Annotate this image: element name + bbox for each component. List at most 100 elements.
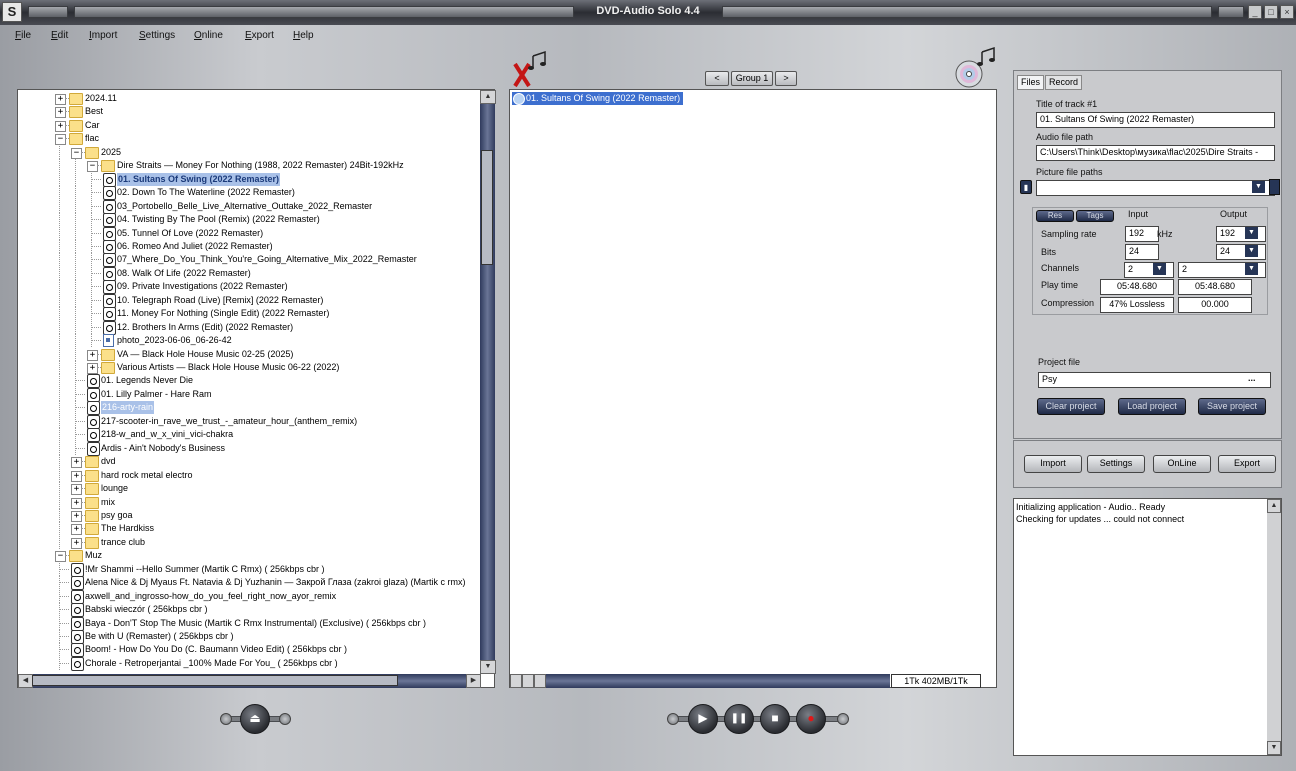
tree-folder-row[interactable]: + Best	[18, 105, 478, 118]
menu-file[interactable]: File	[15, 30, 31, 41]
collapse-icon[interactable]: −	[55, 551, 66, 562]
expand-icon[interactable]: +	[71, 538, 82, 549]
channels-out-dropdown-icon[interactable]: ▼	[1245, 263, 1258, 275]
tree-folder-row[interactable]: + Car	[18, 119, 478, 132]
trash-icon[interactable]: ▮	[1020, 180, 1032, 194]
play-button[interactable]: ▶	[688, 704, 718, 734]
tab-files[interactable]: Files	[1017, 75, 1045, 90]
group-next-button[interactable]: >	[775, 71, 797, 86]
expand-icon[interactable]: +	[71, 524, 82, 535]
tree-file-row[interactable]: 217-scooter-in_rave_we_trust_-_amateur_h…	[18, 415, 478, 429]
menu-import[interactable]: Import	[89, 30, 117, 41]
expand-icon[interactable]: +	[55, 121, 66, 132]
tree-folder-row[interactable]: + Various Artists — Black Hole House Musi…	[18, 361, 478, 374]
tree-folder-row[interactable]: + The Hardkiss	[18, 522, 478, 535]
tree-file-row[interactable]: 02. Down To The Waterline (2022 Remaster…	[18, 186, 478, 200]
export-button[interactable]: Export	[1218, 455, 1276, 473]
tree-folder-row[interactable]: + VA — Black Hole House Music 02-25 (2025…	[18, 348, 478, 361]
picture-path-input[interactable]	[1036, 180, 1275, 196]
tree-file-row[interactable]: 03_Portobello_Belle_Live_Alternative_Out…	[18, 200, 478, 214]
tree-file-row[interactable]: 216-arty-rain	[18, 401, 478, 415]
tree-folder-row[interactable]: + dvd	[18, 455, 478, 468]
expand-icon[interactable]: +	[71, 484, 82, 495]
settings-button[interactable]: Settings	[1087, 455, 1145, 473]
tree-vscroll-thumb[interactable]	[481, 150, 493, 265]
group-prev-button[interactable]: <	[705, 71, 729, 86]
expand-icon[interactable]: +	[55, 94, 66, 105]
tree-folder-row[interactable]: − Dire Straits — Money For Nothing (1988,…	[18, 159, 478, 172]
tree-file-row[interactable]: Baya - Don'T Stop The Music (Martik C Rm…	[18, 617, 478, 631]
tree-file-row[interactable]: Alena Nice & Dj Myaus Ft. Natavia & Dj Y…	[18, 576, 478, 590]
clear-project-button[interactable]: Clear project	[1037, 398, 1105, 415]
remove-track-icon[interactable]	[511, 50, 551, 90]
add-disc-icon[interactable]	[954, 46, 998, 90]
expand-icon[interactable]: +	[71, 511, 82, 522]
tree-file-row[interactable]: 05. Tunnel Of Love (2022 Remaster)	[18, 227, 478, 241]
tree-file-row[interactable]: 06. Romeo And Juliet (2022 Remaster)	[18, 240, 478, 254]
project-browse-button[interactable]: ...	[1248, 373, 1256, 383]
menu-online[interactable]: Online	[194, 30, 223, 41]
tree-file-row[interactable]: 01. Lilly Palmer - Hare Ram	[18, 388, 478, 402]
sampling-dropdown-icon[interactable]: ▼	[1245, 227, 1258, 239]
tree-file-row[interactable]: Be with U (Remaster) ( 256kbps cbr )	[18, 630, 478, 644]
pause-button[interactable]: ❚❚	[724, 704, 754, 734]
menu-export[interactable]: Export	[245, 30, 274, 41]
log-scroll-up-icon[interactable]: ▲	[1267, 499, 1281, 513]
tree-file-row[interactable]: axwell_and_ingrosso-how_do_you_feel_righ…	[18, 590, 478, 604]
track-scroll-mid-icon[interactable]	[522, 674, 534, 688]
collapse-icon[interactable]: −	[71, 148, 82, 159]
scroll-up-icon[interactable]: ▲	[480, 90, 496, 104]
tags-tab[interactable]: Tags	[1076, 210, 1114, 222]
tree-folder-row[interactable]: − flac	[18, 132, 478, 145]
scroll-down-icon[interactable]: ▼	[480, 660, 496, 674]
record-button[interactable]: ●	[796, 704, 826, 734]
bits-dropdown-icon[interactable]: ▼	[1245, 245, 1258, 257]
tree-file-row[interactable]: 04. Twisting By The Pool (Remix) (2022 R…	[18, 213, 478, 227]
audio-path-input[interactable]: C:\Users\Think\Desktop\музика\flac\2025\…	[1036, 145, 1275, 161]
bits-output-select[interactable]: 24	[1216, 244, 1266, 260]
picture-spin-icon[interactable]	[1269, 179, 1280, 195]
eject-button[interactable]: ⏏	[240, 704, 270, 734]
channels-in-dropdown-icon[interactable]: ▼	[1153, 263, 1166, 275]
tree-hscrollbar[interactable]: ◀ ▶	[18, 674, 481, 688]
track-list-item[interactable]: 01. Sultans Of Swing (2022 Remaster)	[512, 92, 684, 105]
log-vscrollbar[interactable]: ▲ ▼	[1267, 499, 1281, 755]
tab-record[interactable]: Record	[1045, 75, 1083, 90]
channels-input-select[interactable]: 2	[1124, 262, 1174, 278]
tree-file-row[interactable]: !Mr Shammi --Hello Summer (Martik C Rmx)…	[18, 563, 478, 577]
online-button[interactable]: OnLine	[1153, 455, 1211, 473]
track-hscrollbar[interactable]	[510, 674, 890, 688]
tree-file-row[interactable]: 10. Telegraph Road (Live) [Remix] (2022 …	[18, 294, 478, 308]
tree-folder-row[interactable]: + trance club	[18, 536, 478, 549]
expand-icon[interactable]: +	[55, 107, 66, 118]
tree-folder-row[interactable]: + hard rock metal electro	[18, 469, 478, 482]
res-tab[interactable]: Res	[1036, 210, 1074, 222]
sampling-rate-output-select[interactable]: 192	[1216, 226, 1266, 242]
tree-file-row[interactable]: 12. Brothers In Arms (Edit) (2022 Remast…	[18, 321, 478, 335]
menu-edit[interactable]: Edit	[51, 30, 68, 41]
expand-icon[interactable]: +	[87, 363, 98, 374]
file-tree[interactable]: +2024.11 + Best + Car − flac −2025− Dire Straits…	[18, 90, 479, 674]
import-button[interactable]: Import	[1024, 455, 1082, 473]
track-scroll-right-icon[interactable]	[534, 674, 546, 688]
expand-icon[interactable]: +	[87, 350, 98, 361]
tree-file-row[interactable]: 01. Legends Never Die	[18, 374, 478, 388]
menu-help[interactable]: Help	[293, 30, 314, 41]
tree-file-row[interactable]: photo_2023-06-06_06-26-42	[18, 334, 478, 347]
tree-vscrollbar[interactable]: ▲ ▼	[480, 90, 496, 674]
log-scroll-down-icon[interactable]: ▼	[1267, 741, 1281, 755]
picture-dropdown-icon[interactable]: ▼	[1252, 181, 1265, 193]
collapse-icon[interactable]: −	[55, 134, 66, 145]
collapse-icon[interactable]: −	[87, 161, 98, 172]
tree-file-row[interactable]: Ardis - Ain't Nobody's Business	[18, 442, 478, 456]
save-project-button[interactable]: Save project	[1198, 398, 1266, 415]
project-file-input[interactable]: Psy	[1038, 372, 1271, 388]
tree-file-row[interactable]: Babski wieczór ( 256kbps cbr )	[18, 603, 478, 617]
expand-icon[interactable]: +	[71, 471, 82, 482]
tree-folder-row[interactable]: + mix	[18, 496, 478, 509]
tree-file-row[interactable]: 01. Sultans Of Swing (2022 Remaster)	[18, 173, 478, 187]
tree-file-row[interactable]: Boom! - How Do You Do (C. Baumann Video …	[18, 643, 478, 657]
scroll-left-icon[interactable]: ◀	[18, 674, 33, 688]
tree-folder-row[interactable]: + lounge	[18, 482, 478, 495]
tree-folder-row[interactable]: − Muz	[18, 549, 478, 562]
